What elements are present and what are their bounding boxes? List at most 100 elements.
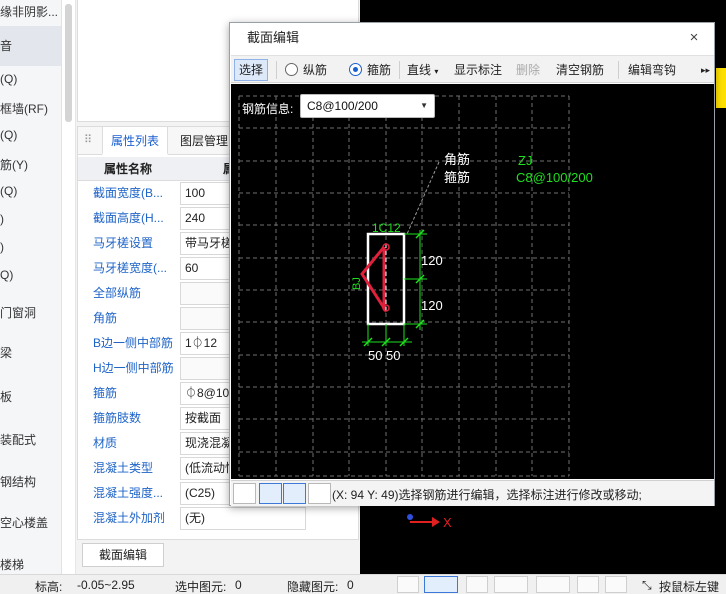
line-mode-label: 直线 [407,63,432,77]
property-name: B边一侧中部筋 [93,336,174,350]
property-name: 截面宽度(B... [93,186,164,200]
nav-item[interactable]: Q) [0,268,61,282]
dim-height-bottom[interactable]: 120 [421,298,443,313]
nav-item[interactable]: 缘非阴影... [0,3,61,19]
rebar-info-value: C8@100/200 [307,99,378,113]
property-name: 混凝土强度... [93,486,164,500]
property-value-field[interactable]: (无) [180,507,306,530]
stirrup-rebar-label[interactable]: 箍筋 [444,170,470,185]
hidden-count-value: 0 [347,578,354,592]
hidden-count-label: 隐藏图元: [287,580,339,594]
svg-text:X: X [443,515,452,530]
curve-tool-icon[interactable] [605,576,627,593]
left-nav-scrollbar[interactable] [62,0,76,574]
close-icon[interactable]: × [684,28,704,48]
angle-snap-icon[interactable] [494,576,528,593]
nav-item[interactable]: (Q) [0,184,61,198]
section-edit-tab[interactable]: 截面编辑 [82,543,164,567]
nav-item[interactable]: (Q) [0,72,61,86]
coordinate-hint: (X: 94 Y: 49)选择钢筋进行编辑，选择标注进行修改或移动; [332,488,642,502]
drag-grip-icon[interactable]: ⠿ [84,133,92,146]
tab-layer-manage[interactable]: 图层管理 [172,127,236,155]
toolbar-separator [618,61,619,79]
property-name: 材质 [93,436,118,450]
property-name: 全部纵筋 [93,286,142,300]
section-edit-dialog: 截面编辑 × 选择 纵筋 箍筋 直线 ▾ 显示标注 删除 清空钢筋 编辑弯钩 ▸… [229,22,715,506]
nav-item[interactable]: ) [0,212,61,226]
select-mode-button[interactable]: 选择 [234,59,269,81]
nav-item[interactable]: 楼梯 [0,556,61,573]
toolbar-separator [276,61,277,79]
nav-item[interactable]: 筋(Y) [0,156,61,173]
dim-width-left[interactable]: 50 [368,348,382,363]
edit-hook-button[interactable]: 编辑弯钩 [624,59,680,81]
expand-arrow-icon[interactable]: ⤡ [642,578,652,593]
snap-toggle-icon[interactable] [424,576,458,593]
side-rebar-label[interactable]: BJ [351,277,363,290]
radio-unchecked-icon [285,63,298,76]
nav-item[interactable]: ) [0,240,61,254]
line-snap-icon[interactable] [259,483,282,504]
ortho-toggle-icon[interactable] [397,576,419,593]
column-header-name: 属性名称 [104,162,153,176]
property-name: 马牙槎设置 [93,236,154,250]
cross-snap-icon[interactable] [466,576,488,593]
nav-item[interactable]: (Q) [0,128,61,142]
delete-button[interactable]: 删除 [512,59,544,81]
rebar-tag-zj[interactable]: ZJ [518,153,532,168]
dim-width-right[interactable]: 50 [386,348,400,363]
property-name: 马牙槎宽度(... [93,261,167,275]
status-bar: 标高: -0.05~2.95 选中图元: 0 隐藏图元: 0 ⤡ 按鼠标左键 [0,574,726,594]
ortho-snap-icon[interactable] [233,483,256,504]
rebar-tag-spec[interactable]: C8@100/200 [516,170,593,185]
rebar-info-select[interactable]: C8@100/200 ▼ [300,94,435,118]
chevron-down-icon: ▾ [434,67,439,76]
property-name: 箍筋 [93,386,118,400]
dialog-toolbar: 选择 纵筋 箍筋 直线 ▾ 显示标注 删除 清空钢筋 编辑弯钩 ▸▸ [231,55,714,83]
tab-property-list[interactable]: 属性列表 [102,127,169,155]
toolbar-separator [399,61,400,79]
top-rebar-label[interactable]: 1C12 [372,221,401,235]
selected-count-value: 0 [235,578,242,592]
stirrup-shape[interactable] [360,246,386,314]
add-rebar-icon[interactable] [308,483,331,504]
longitudinal-label: 纵筋 [303,63,328,77]
toolbar-overflow-icon[interactable]: ▸▸ [697,59,714,81]
chevron-down-icon: ▼ [420,101,428,110]
nav-item[interactable]: 框墙(RF) [0,100,61,117]
elevation-value: -0.05~2.95 [77,578,135,592]
nav-item-selected[interactable]: 音 [0,26,61,66]
property-name: 混凝土类型 [93,461,154,475]
dim-height-top[interactable]: 120 [421,253,443,268]
status-hint: 按鼠标左键 [659,580,720,594]
nav-item[interactable]: 板 [0,388,61,405]
corner-rebar-label[interactable]: 角筋 [444,152,470,167]
radio-checked-icon [349,63,362,76]
nav-item[interactable]: 门窗洞 [0,304,61,321]
property-row[interactable]: 混凝土外加剂 (无) [78,506,358,531]
nav-item[interactable]: 钢结构 [0,473,61,490]
nav-item[interactable]: 空心楼盖 [0,514,61,531]
show-annotation-button[interactable]: 显示标注 [450,59,506,81]
nav-item[interactable]: 梁 [0,344,61,361]
clear-rebar-button[interactable]: 清空钢筋 [552,59,608,81]
scrollbar-thumb[interactable] [65,4,72,122]
section-drawing: 角筋 箍筋 ZJ C8@100/200 1C12 BJ 120 120 50 5… [238,95,593,477]
property-name: H边一侧中部筋 [93,361,174,375]
property-name: 角筋 [93,311,118,325]
line-mode-dropdown[interactable]: 直线 ▾ [403,59,442,81]
stirrup-label: 箍筋 [367,63,392,77]
property-name: 截面高度(H... [93,211,164,225]
perpendicular-snap-icon[interactable] [283,483,306,504]
dialog-bottom-bar: (X: 94 Y: 49)选择钢筋进行编辑，选择标注进行修改或移动; [231,480,714,506]
annotation-leader-line [406,161,440,235]
dimension-snap-icon[interactable] [536,576,570,593]
stirrup-radio[interactable]: 箍筋 [345,59,395,81]
longitudinal-radio[interactable]: 纵筋 [281,59,331,81]
layer-display-icon[interactable] [577,576,599,593]
dialog-title: 截面编辑 [247,30,300,45]
property-name: 混凝土外加剂 [93,511,166,525]
selected-count-label: 选中图元: [175,580,227,594]
section-drawing-canvas[interactable]: 角筋 箍筋 ZJ C8@100/200 1C12 BJ 120 120 50 5… [231,84,714,479]
nav-item[interactable]: 装配式 [0,431,61,448]
